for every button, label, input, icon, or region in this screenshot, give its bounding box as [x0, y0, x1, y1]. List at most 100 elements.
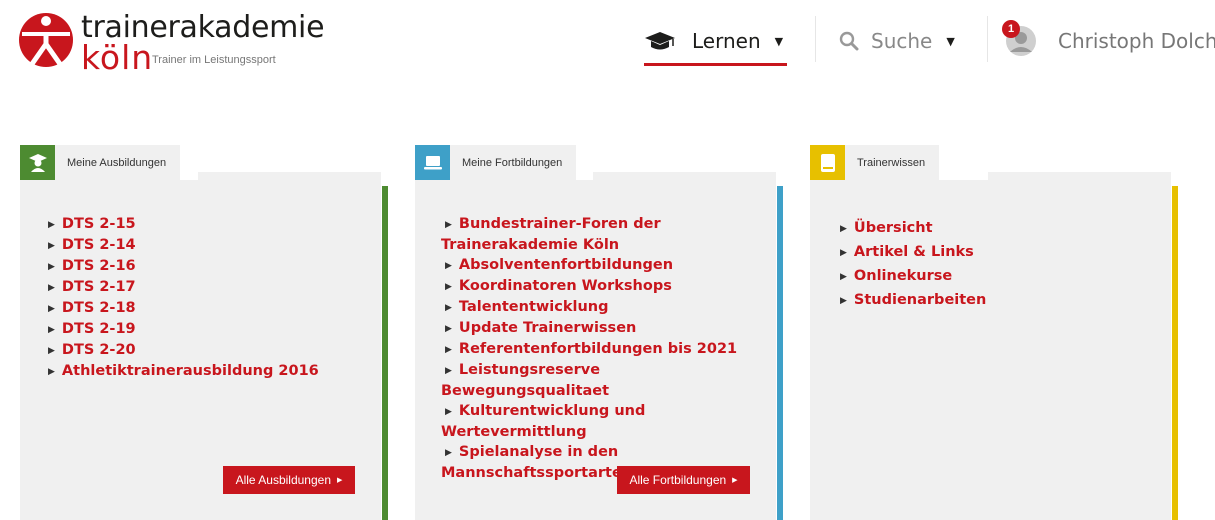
button-label: Alle Ausbildungen — [235, 473, 332, 487]
panel-tab: Meine Ausbildungen — [20, 145, 181, 180]
list-item[interactable]: ▶ DTS 2-14 — [48, 235, 358, 256]
all-ausbildungen-button[interactable]: Alle Ausbildungen ▶ — [223, 466, 355, 494]
list-item[interactable]: ▶ DTS 2-16 — [48, 256, 358, 277]
arrow-icon: ▶ — [48, 283, 55, 293]
arrow-icon: ▶ — [445, 303, 452, 313]
list-item[interactable]: ▶ DTS 2-20 — [48, 340, 358, 361]
list-item[interactable]: ▶ Absolventenfortbildungen — [441, 255, 751, 276]
list-item[interactable]: ▶ Referentenfortbildungen bis 2021 — [441, 339, 751, 360]
list-item-label: Update Trainerwissen — [458, 320, 637, 336]
arrow-icon: ▶ — [337, 477, 343, 484]
active-underline — [644, 63, 787, 66]
logo[interactable]: trainerakademie köln Trainer im Leistung… — [18, 10, 325, 77]
list-item[interactable]: ▶ Artikel & Links — [840, 241, 1150, 265]
list-item[interactable]: ▶ Übersicht — [840, 217, 1150, 241]
list-item-label: Athletiktrainerausbildung 2016 — [61, 363, 319, 379]
course-list: ▶ Bundestrainer-Foren der Trainerakademie… — [441, 214, 751, 483]
accent-bar — [1172, 186, 1178, 520]
arrow-icon: ▶ — [445, 366, 452, 376]
list-item[interactable]: ▶ Kulturentwicklung und Wertevermittlung — [441, 401, 751, 442]
list-item[interactable]: ▶ Bundestrainer-Foren der Trainerakademie… — [441, 214, 751, 255]
panel-ausbildungen: Meine Ausbildungen ▶ DTS 2-15 ▶ DTS 2-14 ▶… — [20, 145, 388, 520]
panel-fortbildungen: Meine Fortbildungen ▶ Bundestrainer-Foren… — [415, 145, 783, 520]
logo-tagline: Trainer im Leistungssport — [152, 54, 276, 66]
list-item-label: Artikel & Links — [853, 244, 974, 260]
arrow-icon: ▶ — [840, 296, 847, 306]
notification-badge[interactable]: 1 — [1002, 20, 1020, 38]
book-icon — [810, 145, 845, 180]
nav-divider — [987, 16, 988, 62]
list-item-label: Bundestrainer-Foren der Trainerakademie … — [441, 216, 661, 253]
list-item-label: Studienarbeiten — [853, 292, 987, 308]
list-item[interactable]: ▶ Athletiktrainerausbildung 2016 — [48, 361, 358, 382]
list-item-label: Absolventenfortbildungen — [458, 257, 674, 273]
arrow-icon: ▶ — [445, 448, 452, 458]
arrow-icon: ▶ — [445, 324, 452, 334]
arrow-icon: ▶ — [48, 241, 55, 251]
graduate-icon — [20, 145, 55, 180]
panel-title: Trainerwissen — [857, 156, 926, 169]
avatar: 1 — [1002, 20, 1036, 56]
list-item[interactable]: ▶ Update Trainerwissen — [441, 318, 751, 339]
list-item[interactable]: ▶ Talententwicklung — [441, 297, 751, 318]
logo-name-line2: köln — [81, 38, 154, 77]
list-item[interactable]: ▶ DTS 2-17 — [48, 277, 358, 298]
nav-lernen[interactable]: Lernen ▼ — [644, 26, 787, 66]
arrow-icon: ▶ — [445, 345, 452, 355]
accent-bar — [777, 186, 783, 520]
list-item-label: DTS 2-17 — [61, 279, 136, 295]
nav-suche-label: Suche — [871, 29, 933, 53]
accent-bar — [382, 186, 388, 520]
laptop-icon — [415, 145, 450, 180]
list-item-label: Kulturentwicklung und Wertevermittlung — [441, 403, 646, 440]
list-item-label: Onlinekurse — [853, 268, 953, 284]
list-item[interactable]: ▶ DTS 2-15 — [48, 214, 358, 235]
search-icon — [839, 31, 859, 51]
caret-down-icon: ▼ — [946, 34, 955, 48]
nav-lernen-label: Lernen — [692, 29, 761, 53]
arrow-icon: ▶ — [48, 220, 55, 230]
list-item-label: Talententwicklung — [458, 299, 609, 315]
arrow-icon: ▶ — [445, 220, 452, 230]
list-item[interactable]: ▶ Leistungsreserve Bewegungsqualitaet — [441, 360, 751, 401]
list-item[interactable]: ▶ DTS 2-19 — [48, 319, 358, 340]
arrow-icon: ▶ — [840, 272, 847, 282]
arrow-icon: ▶ — [840, 224, 847, 234]
list-item-label: DTS 2-14 — [61, 237, 136, 253]
list-item[interactable]: ▶ Koordinatoren Workshops — [441, 276, 751, 297]
panel-title: Meine Ausbildungen — [67, 156, 167, 169]
user-name: Christoph Dolch — [1058, 29, 1215, 53]
list-item-label: Koordinatoren Workshops — [458, 278, 672, 294]
arrow-icon: ▶ — [445, 261, 452, 271]
course-list: ▶ DTS 2-15 ▶ DTS 2-14 ▶ DTS 2-16 ▶ DTS 2-17 … — [48, 214, 358, 382]
arrow-icon: ▶ — [48, 325, 55, 335]
nav-suche[interactable]: Suche ▼ — [839, 26, 955, 56]
panel-title: Meine Fortbildungen — [462, 156, 563, 169]
button-label: Alle Fortbildungen — [629, 473, 727, 487]
list-item-label: DTS 2-15 — [61, 216, 136, 232]
logo-mark-icon — [19, 13, 73, 67]
list-item[interactable]: ▶ Studienarbeiten — [840, 289, 1150, 313]
list-item-label: DTS 2-20 — [61, 342, 136, 358]
topic-list: ▶ Übersicht ▶ Artikel & Links ▶ Onlinekurse… — [840, 217, 1150, 313]
arrow-icon: ▶ — [445, 282, 452, 292]
arrow-icon: ▶ — [445, 407, 452, 417]
arrow-icon: ▶ — [48, 304, 55, 314]
arrow-icon: ▶ — [48, 262, 55, 272]
panel-tab: Trainerwissen — [810, 145, 940, 180]
list-item[interactable]: ▶ Onlinekurse — [840, 265, 1150, 289]
arrow-icon: ▶ — [48, 367, 55, 377]
list-item-label: DTS 2-16 — [61, 258, 136, 274]
list-item-label: Leistungsreserve Bewegungsqualitaet — [441, 362, 610, 399]
all-fortbildungen-button[interactable]: Alle Fortbildungen ▶ — [617, 466, 750, 494]
list-item-label: Spielanalyse in den Mannschaftssportarte… — [441, 444, 633, 481]
list-item-label: Referentenfortbildungen bis 2021 — [458, 341, 738, 357]
arrow-icon: ▶ — [840, 248, 847, 258]
graduation-cap-icon — [645, 32, 675, 50]
list-item-label: DTS 2-18 — [61, 300, 136, 316]
panel-trainerwissen: Trainerwissen ▶ Übersicht ▶ Artikel & Link… — [810, 145, 1178, 520]
list-item[interactable]: ▶ DTS 2-18 — [48, 298, 358, 319]
nav-user-menu[interactable]: 1 Christoph Dolch — [1002, 20, 1215, 56]
list-item-label: DTS 2-19 — [61, 321, 136, 337]
arrow-icon: ▶ — [48, 346, 55, 356]
